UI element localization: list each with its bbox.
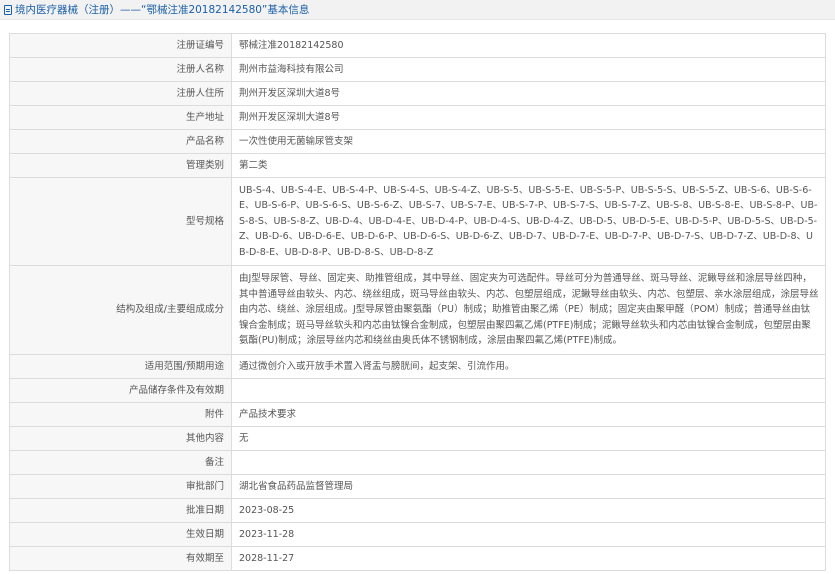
page-title: 境内医疗器械（注册）——“鄂械注准20182142580”基本信息 xyxy=(15,4,310,16)
table-row: 注册人住所 荆州开发区深圳大道8号 xyxy=(9,81,826,106)
row-value: 2023-08-25 xyxy=(231,498,826,523)
row-label: 批准日期 xyxy=(9,498,232,523)
info-table-container: 注册证编号 鄂械注准20182142580 注册人名称 荆州市益海科技有限公司 … xyxy=(0,20,835,571)
table-row: 批准日期 2023-08-25 xyxy=(9,498,826,523)
row-label: 结构及组成/主要组成成分 xyxy=(9,265,232,355)
page-header: 境内医疗器械（注册）——“鄂械注准20182142580”基本信息 xyxy=(0,0,835,20)
row-label: 生效日期 xyxy=(9,522,232,547)
row-label: 型号规格 xyxy=(9,177,232,266)
row-label: 注册人名称 xyxy=(9,57,232,82)
table-row: 注册人名称 荆州市益海科技有限公司 xyxy=(9,57,826,82)
table-row: 适用范围/预期用途 通过微创介入或开放手术置入肾盂与膀胱间，起支架、引流作用。 xyxy=(9,354,826,379)
row-value: 鄂械注准20182142580 xyxy=(231,33,826,58)
table-row: 备注 xyxy=(9,450,826,475)
row-label: 管理类别 xyxy=(9,153,232,178)
row-value: 无 xyxy=(231,426,826,451)
row-label: 适用范围/预期用途 xyxy=(9,354,232,379)
row-label: 产品名称 xyxy=(9,129,232,154)
table-row: 型号规格 UB-S-4、UB-S-4-E、UB-S-4-P、UB-S-4-S、U… xyxy=(9,177,826,266)
table-row: 管理类别 第二类 xyxy=(9,153,826,178)
row-value xyxy=(231,378,826,403)
table-row: 注册证编号 鄂械注准20182142580 xyxy=(9,33,826,58)
row-value: 荆州开发区深圳大道8号 xyxy=(231,105,826,130)
row-value: 荆州开发区深圳大道8号 xyxy=(231,81,826,106)
info-table: 注册证编号 鄂械注准20182142580 注册人名称 荆州市益海科技有限公司 … xyxy=(9,33,826,571)
row-label: 生产地址 xyxy=(9,105,232,130)
row-value: 2023-11-28 xyxy=(231,522,826,547)
table-row: 生效日期 2023-11-28 xyxy=(9,522,826,547)
row-label: 有效期至 xyxy=(9,546,232,571)
row-label: 其他内容 xyxy=(9,426,232,451)
table-row: 其他内容 无 xyxy=(9,426,826,451)
table-row: 产品名称 一次性使用无菌输尿管支架 xyxy=(9,129,826,154)
row-label: 附件 xyxy=(9,402,232,427)
row-value: 一次性使用无菌输尿管支架 xyxy=(231,129,826,154)
row-value: 由J型导尿管、导丝、固定夹、助推管组成，其中导丝、固定夹为可选配件。导丝可分为普… xyxy=(231,265,826,355)
table-row: 生产地址 荆州开发区深圳大道8号 xyxy=(9,105,826,130)
row-value: 第二类 xyxy=(231,153,826,178)
document-icon xyxy=(4,4,12,15)
row-label: 产品储存条件及有效期 xyxy=(9,378,232,403)
table-row: 有效期至 2028-11-27 xyxy=(9,546,826,571)
row-label: 注册人住所 xyxy=(9,81,232,106)
row-label: 注册证编号 xyxy=(9,33,232,58)
table-row: 审批部门 湖北省食品药品监督管理局 xyxy=(9,474,826,499)
row-label: 审批部门 xyxy=(9,474,232,499)
table-row: 结构及组成/主要组成成分 由J型导尿管、导丝、固定夹、助推管组成，其中导丝、固定… xyxy=(9,265,826,355)
row-value: 通过微创介入或开放手术置入肾盂与膀胱间，起支架、引流作用。 xyxy=(231,354,826,379)
row-label: 备注 xyxy=(9,450,232,475)
row-value: 产品技术要求 xyxy=(231,402,826,427)
table-row: 附件 产品技术要求 xyxy=(9,402,826,427)
table-row: 产品储存条件及有效期 xyxy=(9,378,826,403)
row-value: 湖北省食品药品监督管理局 xyxy=(231,474,826,499)
row-value: 荆州市益海科技有限公司 xyxy=(231,57,826,82)
row-value: UB-S-4、UB-S-4-E、UB-S-4-P、UB-S-4-S、UB-S-4… xyxy=(231,177,826,266)
row-value xyxy=(231,450,826,475)
row-value: 2028-11-27 xyxy=(231,546,826,571)
